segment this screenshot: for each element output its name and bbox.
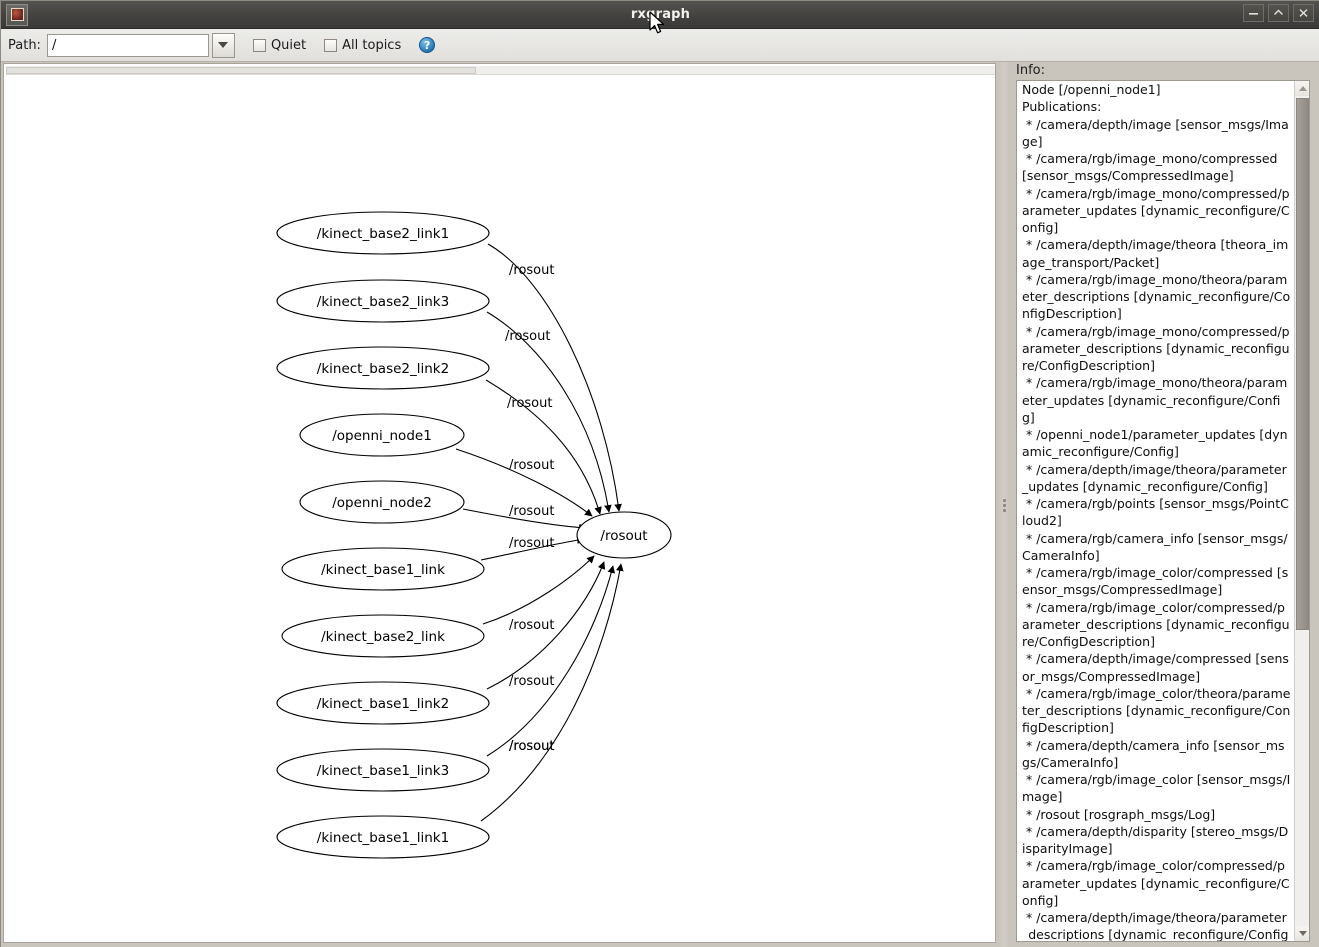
graph-pane: /kinect_base2_link1/kinect_base2_link3/k…	[1, 62, 999, 947]
triangle-up-icon	[1298, 86, 1307, 91]
graph-node-label: /kinect_base2_link	[321, 629, 445, 645]
quiet-label: Quiet	[270, 37, 307, 53]
scroll-up-button[interactable]	[1295, 81, 1309, 96]
all-topics-label: All topics	[342, 37, 402, 53]
edge-label: /rosout	[509, 674, 554, 689]
maximize-icon	[1274, 9, 1283, 15]
path-input[interactable]	[46, 33, 209, 57]
edge-label: /rosout	[505, 329, 550, 344]
graph-node-label: /kinect_base1_link1	[317, 830, 449, 846]
edge-label: /rosout	[509, 618, 554, 633]
all-topics-checkbox[interactable]	[324, 38, 338, 52]
graph-node-label: /rosout	[600, 528, 647, 544]
info-vertical-scrollbar[interactable]	[1294, 81, 1309, 941]
minimize-icon	[1249, 13, 1258, 15]
graph-node-label: /openni_node2	[332, 495, 432, 511]
main-body: /kinect_base2_link1/kinect_base2_link3/k…	[1, 62, 1319, 947]
pane-splitter[interactable]	[999, 62, 1009, 947]
graph-edge[interactable]	[482, 555, 595, 625]
scroll-down-button[interactable]	[1295, 926, 1309, 941]
quiet-checkbox-row[interactable]: Quiet	[252, 37, 307, 53]
info-label: Info:	[1016, 63, 1045, 78]
graph-node-label: /kinect_base1_link2	[317, 696, 449, 712]
graph-node-label: /openni_node1	[332, 428, 432, 444]
window-controls	[1243, 4, 1314, 22]
splitter-grip-icon	[1002, 498, 1006, 512]
quiet-checkbox[interactable]	[252, 38, 266, 52]
graph-canvas[interactable]: /kinect_base2_link1/kinect_base2_link3/k…	[3, 63, 996, 943]
maximize-button[interactable]	[1268, 4, 1289, 22]
info-pane: Info: Node [/openni_node1] Publications:…	[1009, 62, 1319, 947]
window-title: rxgraph	[630, 7, 691, 22]
edge-label: /rosout	[509, 263, 554, 278]
toolbar: Path: Quiet All topics ?	[1, 29, 1319, 62]
info-text: Node [/openni_node1] Publications: * /ca…	[1022, 82, 1291, 942]
edge-label: /rosout	[509, 504, 554, 519]
close-icon	[1299, 9, 1308, 17]
all-topics-checkbox-row[interactable]: All topics	[324, 38, 401, 53]
graph-node-label: /kinect_base2_link3	[317, 294, 449, 310]
graph-nodes: /kinect_base2_link1/kinect_base2_link3/k…	[276, 211, 672, 859]
help-icon[interactable]: ?	[419, 37, 436, 53]
minimize-button[interactable]	[1243, 4, 1264, 22]
graph-node-label: /kinect_base1_link3	[317, 763, 449, 779]
chevron-down-icon	[218, 42, 229, 48]
edge-label: /rosout	[509, 536, 554, 551]
graph-node-label: /kinect_base2_link1	[317, 226, 449, 242]
edge-label: /rosout	[507, 396, 552, 411]
title-bar[interactable]: rxgraph	[1, 1, 1319, 29]
graph-node-label: /kinect_base1_link	[321, 562, 445, 578]
graph-edge[interactable]	[480, 563, 624, 822]
edge-label: /rosout	[509, 739, 554, 754]
app-icon	[6, 3, 28, 26]
edge-label: /rosout	[509, 458, 554, 473]
path-dropdown-button[interactable]	[211, 32, 235, 58]
path-label: Path:	[8, 37, 41, 53]
graph-edge-labels: /rosout/rosout/rosout/rosout/rosout/roso…	[505, 263, 554, 754]
close-button[interactable]	[1293, 4, 1314, 22]
info-textbox[interactable]: Node [/openni_node1] Publications: * /ca…	[1016, 80, 1310, 942]
ros-node-graph: /kinect_base2_link1/kinect_base2_link3/k…	[276, 211, 672, 859]
graph-node-label: /kinect_base2_link2	[317, 361, 449, 377]
info-scroll-thumb[interactable]	[1296, 98, 1309, 630]
triangle-down-icon	[1298, 931, 1307, 936]
rxgraph-window: rxgraph Path: Quiet All topics ?	[0, 0, 1319, 947]
